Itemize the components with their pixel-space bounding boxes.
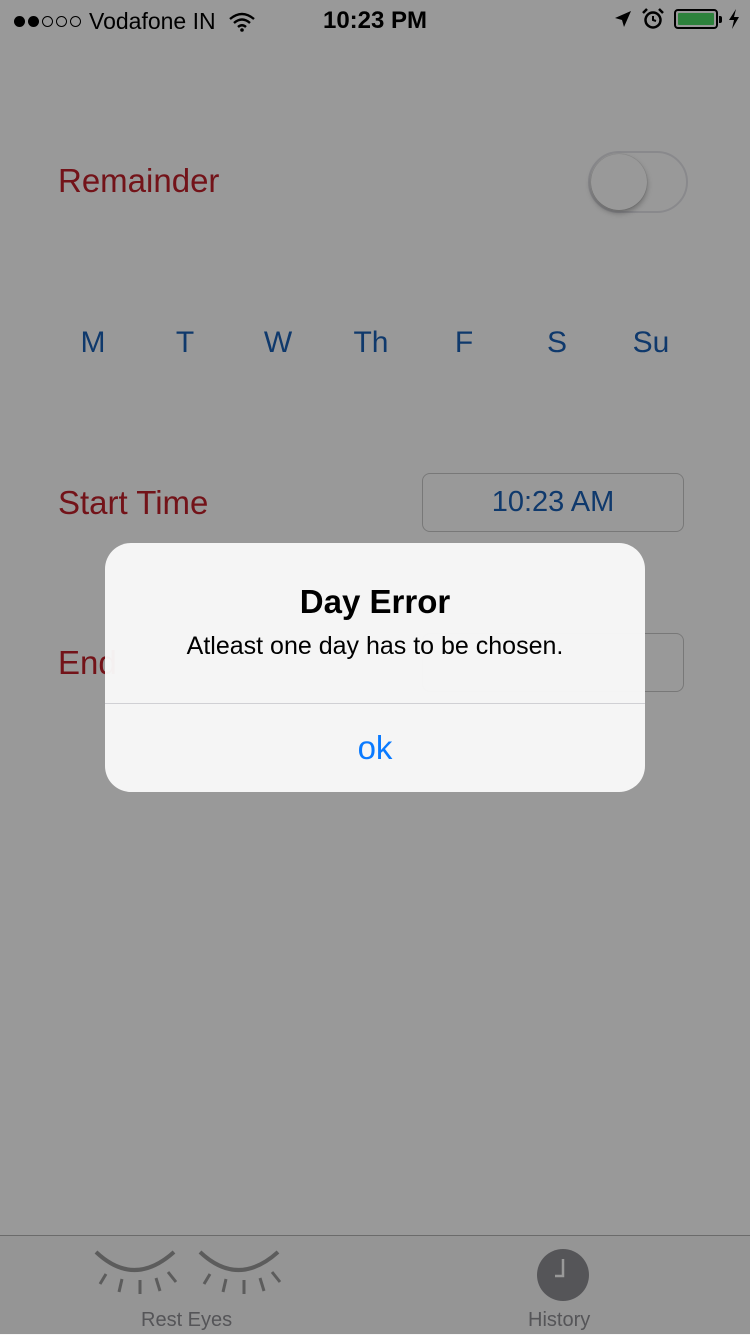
alert-title: Day Error — [299, 583, 451, 620]
day-error-alert: Day Error Atleast one day has to be chos… — [105, 543, 645, 792]
alert-message: Atleast one day has to be chosen. — [186, 632, 564, 660]
reminder-settings-screen: Vodafone IN 10:23 PM Remainder M T W Th … — [0, 0, 750, 1335]
alert-ok-button[interactable]: ok — [105, 704, 645, 792]
